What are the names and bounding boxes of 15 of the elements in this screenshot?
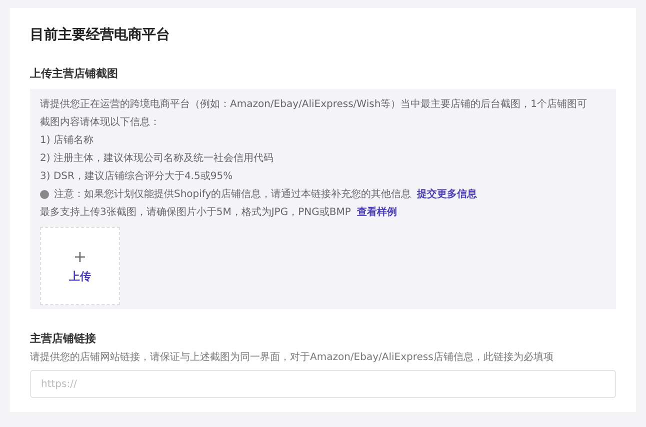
field-description: 请提供您的店铺网站链接，请保证与上述截图为同一界面，对于Amazon/Ebay/AliExpress店铺信息，此链接为必填项 [30, 350, 554, 364]
instruction-text: 截图内容请体现以下信息： [40, 116, 160, 129]
field-label: 上传主营店铺截图 [30, 66, 119, 81]
link[interactable]: 提交更多信息 [417, 187, 478, 201]
instruction-text: 1) 店铺名称 [40, 134, 94, 147]
instruction-text: 注意：如果您计划仅能提供Shopify的店铺信息，请通过本链接补充您的其他信息 [54, 188, 412, 201]
instruction-text: 请提供您正在运营的跨境电商平台（例如：Amazon/Ebay/AliExpress/Wish等）当中最主要店铺的后台截图，1个店铺图可 [40, 98, 588, 111]
section-title: 目前主要经营电商平台 [30, 26, 171, 44]
field-label: 主营店铺链接 [30, 331, 97, 346]
instruction-text: 2) 注册主体，建议体现公司名称及统一社会信用代码 [40, 152, 274, 165]
link[interactable]: 查看样例 [356, 205, 397, 219]
instruction-text: 最多支持上传3张截图，请确保图片小于5M，格式为JPG，PNG或BMP [40, 206, 351, 219]
upload-button[interactable]: + 上传 [40, 227, 120, 305]
instruction-text: 3) DSR，建议店铺综合评分大于4.5或95% [40, 170, 233, 183]
url-input-field[interactable]: https:// [30, 370, 616, 398]
